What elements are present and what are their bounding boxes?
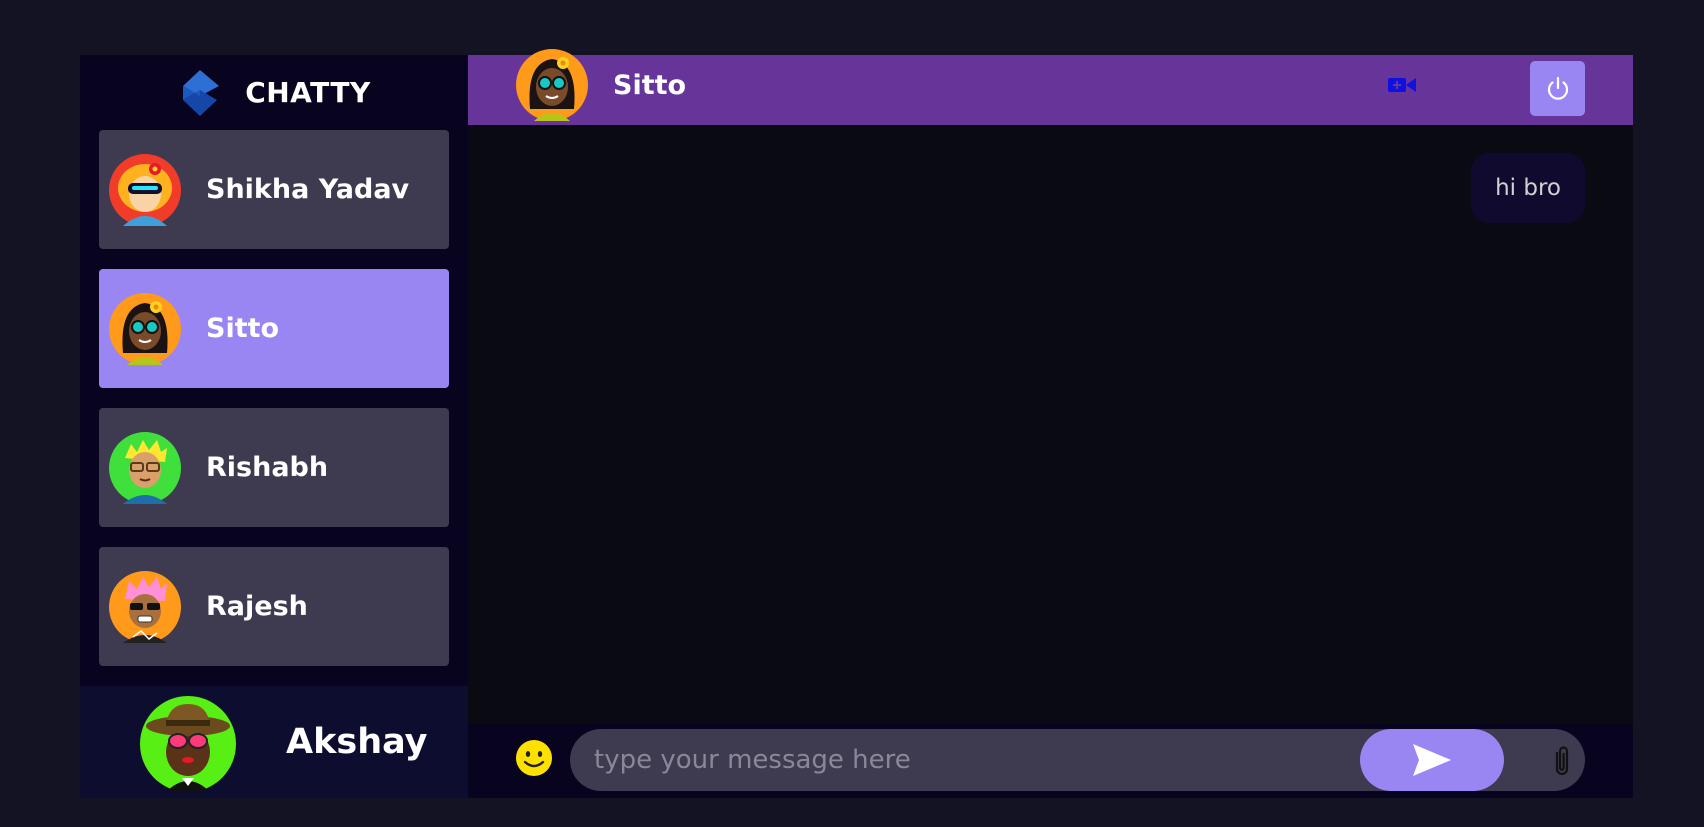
sent-message-bubble: hi bro [1471,153,1585,223]
contact-name: Rishabh [206,452,329,483]
contact-avatar [109,431,181,504]
brand-title: CHATTY [245,76,371,109]
current-user-name: Akshay [286,722,428,762]
contact-name: Rajesh [206,591,308,622]
message-list: hi bro [468,125,1633,724]
contact-name: Shikha Yadav [206,174,410,205]
power-icon [1547,76,1568,100]
paperclip-icon[interactable] [1548,743,1576,779]
sidebar: CHATTY Shikha Yadav Sitto Rishabh Rajesh… [80,55,468,798]
current-user-panel: Akshay [80,686,468,798]
current-user-avatar [140,696,236,792]
contact-avatar [109,570,181,643]
chatty-logo-icon [183,69,220,116]
chat-header-name: Sitto [613,70,687,101]
contact-item-sitto[interactable]: Sitto [99,269,449,388]
contact-list: Shikha Yadav Sitto Rishabh Rajesh [80,130,468,686]
chat-input-bar [468,724,1633,798]
send-button[interactable] [1360,729,1504,791]
chat-header-avatar [516,49,588,121]
contact-item-shikha-yadav[interactable]: Shikha Yadav [99,130,449,249]
brand: CHATTY [80,55,468,130]
contact-avatar [109,292,181,365]
contact-item-rajesh[interactable]: Rajesh [99,547,449,666]
send-icon [1413,744,1451,776]
chat-app: CHATTY Shikha Yadav Sitto Rishabh Rajesh… [80,49,1633,798]
contact-item-rishabh[interactable]: Rishabh [99,408,449,527]
chat-header: Sitto [468,49,1633,125]
contact-avatar [109,153,181,226]
contact-name: Sitto [206,313,280,344]
emoji-icon[interactable] [515,739,553,777]
video-call-icon[interactable] [1388,76,1416,94]
logout-button[interactable] [1530,61,1585,116]
chat-panel: Sitto hi bro [468,49,1633,798]
message-input-container [570,729,1585,791]
message-input[interactable] [570,729,1350,791]
